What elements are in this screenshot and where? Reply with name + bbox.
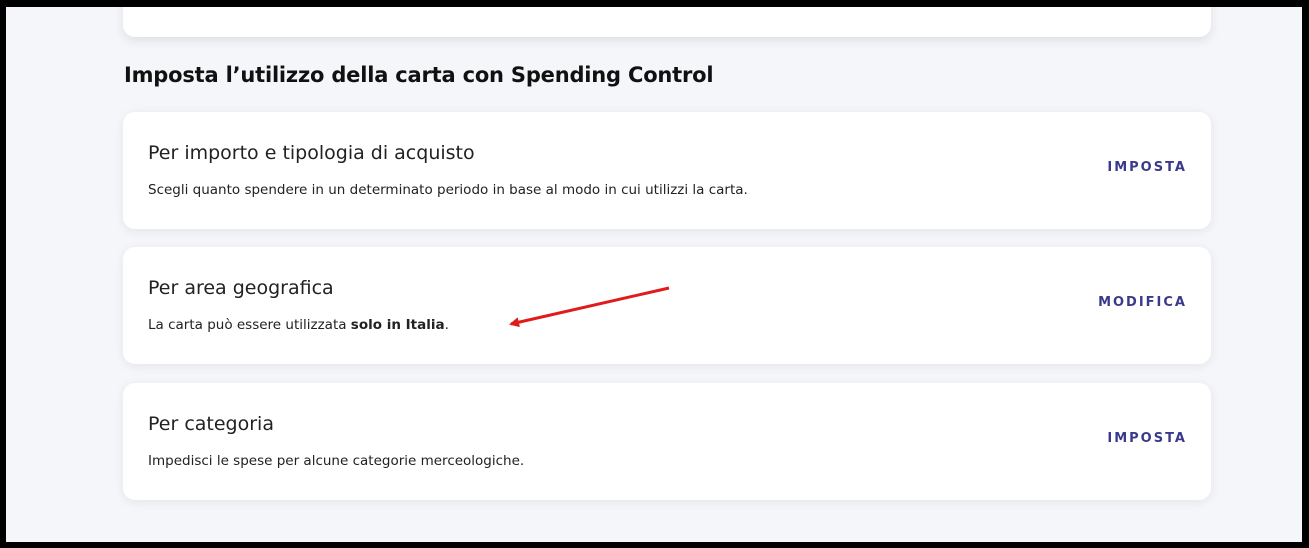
modifica-button[interactable]: MODIFICA [1098,295,1187,310]
card-description: Scegli quanto spendere in un determinato… [148,182,748,198]
card-category[interactable]: Per categoria Impedisci le spese per alc… [123,383,1211,500]
previous-card [123,7,1211,37]
description-end: . [444,317,449,333]
imposta-button[interactable]: IMPOSTA [1107,160,1187,175]
card-amount-type[interactable]: Per importo e tipologia di acquisto Sceg… [123,112,1211,229]
card-description: Impedisci le spese per alcune categorie … [148,453,525,469]
card-title: Per area geografica [148,277,334,299]
page-frame: Imposta l’utilizzo della carta con Spend… [6,7,1302,542]
description-text: La carta può essere utilizzata [148,317,351,333]
description-highlight: solo in Italia [350,317,445,333]
card-geographic-area[interactable]: Per area geografica La carta può essere … [123,247,1211,364]
card-description: La carta può essere utilizzata solo in I… [148,317,449,333]
section-title: Imposta l’utilizzo della carta con Spend… [124,63,714,87]
card-title: Per importo e tipologia di acquisto [148,142,475,164]
imposta-button[interactable]: IMPOSTA [1107,431,1187,446]
card-title: Per categoria [148,413,274,435]
